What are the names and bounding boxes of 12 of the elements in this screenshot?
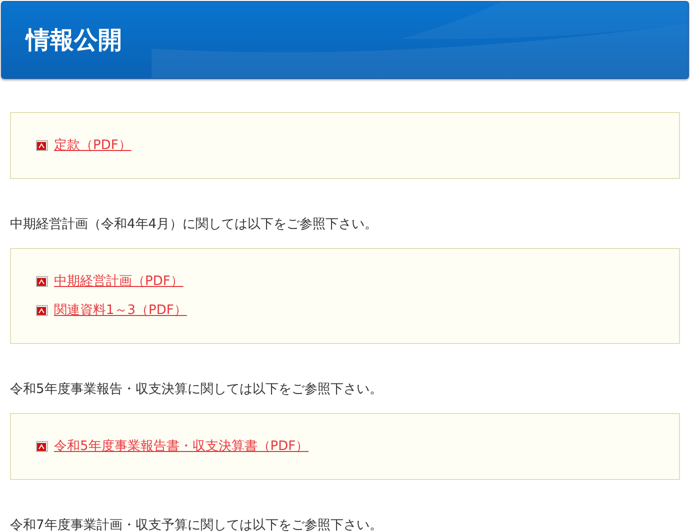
pdf-link[interactable]: 中期経営計画（PDF） xyxy=(54,272,190,290)
pdf-link[interactable]: 定款（PDF） xyxy=(54,136,138,154)
intro-text: 令和7年度事業計画・収支予算に関しては以下をご参照下さい。 xyxy=(10,517,384,532)
pdf-icon xyxy=(36,140,48,151)
pdf-link[interactable]: 令和5年度事業報告書・収支決算書（PDF） xyxy=(54,438,315,456)
pdf-icon xyxy=(36,441,48,452)
intro-text: 令和5年度事業報告・収支決算に関しては以下をご参照下さい。 xyxy=(10,381,384,399)
intro-text: 中期経営計画（令和4年4月）に関しては以下をご参照下さい。 xyxy=(10,216,379,234)
pdf-icon xyxy=(36,305,48,316)
pdf-icon xyxy=(36,276,48,287)
pdf-link[interactable]: 関連資料1～3（PDF） xyxy=(54,302,193,320)
page-title: 情報公開 xyxy=(26,28,122,52)
